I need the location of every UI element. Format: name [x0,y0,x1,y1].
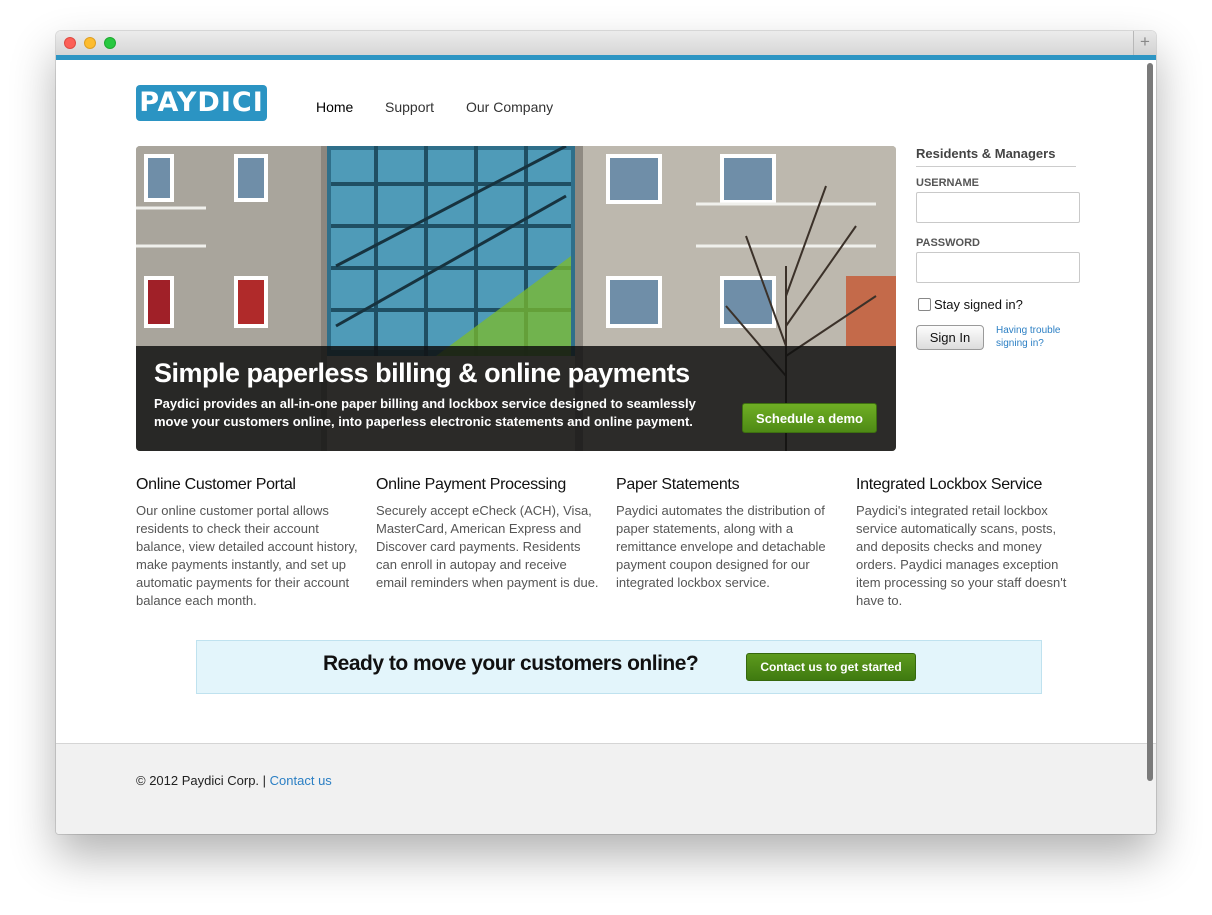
hero-banner: Simple paperless billing & online paymen… [136,146,896,451]
feature-online-payment-processing: Online Payment Processing Securely accep… [376,476,601,592]
feature-integrated-lockbox-service: Integrated Lockbox Service Paydici's int… [856,476,1081,610]
feature-online-customer-portal: Online Customer Portal Our online custom… [136,476,361,610]
nav-our-company-link[interactable]: Our Company [466,99,553,115]
feature-title: Paper Statements [616,476,740,493]
contact-us-button[interactable]: Contact us to get started [746,653,916,681]
call-to-action-banner: Ready to move your customers online? Con… [196,640,1042,694]
sign-in-button[interactable]: Sign In [916,325,984,350]
password-input[interactable] [916,252,1080,283]
cta-text: Ready to move your customers online? [323,652,699,675]
footer: © 2012 Paydici Corp. | Contact us [56,743,1156,834]
trouble-signing-in-link[interactable]: Having trouble signing in? [996,324,1076,350]
feature-title: Integrated Lockbox Service [856,476,1043,493]
title-bar: + [56,31,1156,56]
close-window-button[interactable] [64,37,76,49]
footer-text: © 2012 Paydici Corp. | Contact us [136,773,332,788]
username-input[interactable] [916,192,1080,223]
footer-contact-link[interactable]: Contact us [270,773,332,788]
hero-description: Paydici provides an all-in-one paper bil… [154,396,696,429]
zoom-window-button[interactable] [104,37,116,49]
hero-title: Simple paperless billing & online paymen… [154,358,690,388]
minimize-window-button[interactable] [84,37,96,49]
schedule-demo-button[interactable]: Schedule a demo [742,403,877,433]
feature-text: Paydici's integrated retail lockbox serv… [856,503,1067,608]
username-label: USERNAME [916,177,979,189]
stay-signed-in-label: Stay signed in? [934,297,1023,312]
nav-support-link[interactable]: Support [385,99,434,115]
feature-text: Securely accept eCheck (ACH), Visa, Mast… [376,503,599,590]
password-label: PASSWORD [916,237,980,249]
plus-icon[interactable]: + [1133,31,1156,55]
feature-title: Online Payment Processing [376,476,566,493]
browser-window: + PAYDICI Home Support Our Company Simpl… [56,31,1156,834]
page-content: PAYDICI Home Support Our Company Simple … [56,60,1156,834]
feature-text: Our online customer portal allows reside… [136,503,358,608]
scrollbar-thumb[interactable] [1147,63,1153,781]
login-title: Residents & Managers [916,146,1076,167]
feature-paper-statements: Paper Statements Paydici automates the d… [616,476,841,592]
paydici-logo[interactable]: PAYDICI [136,85,267,121]
feature-title: Online Customer Portal [136,476,296,493]
copyright-text: © 2012 Paydici Corp. | [136,773,267,788]
checkbox-icon[interactable] [918,298,931,311]
stay-signed-in-checkbox[interactable]: Stay signed in? [918,297,1023,312]
nav-home-link[interactable]: Home [316,99,353,115]
feature-text: Paydici automates the distribution of pa… [616,503,826,590]
